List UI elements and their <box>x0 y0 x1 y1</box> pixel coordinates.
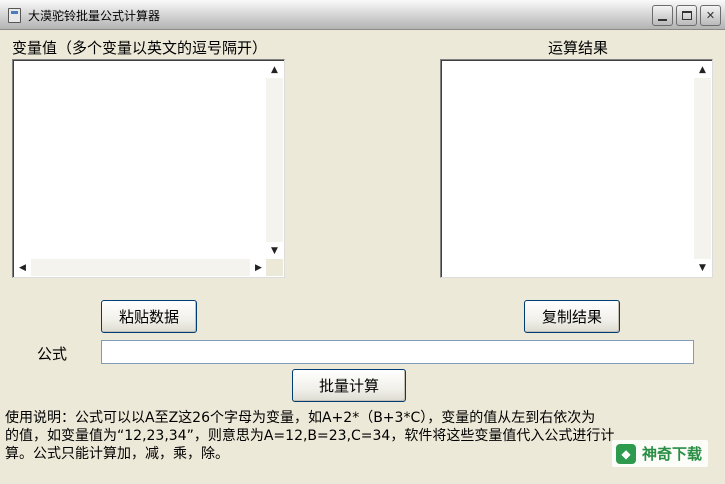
app-icon <box>8 8 21 23</box>
close-button[interactable]: ✕ <box>700 5 721 26</box>
result-vertical-scrollbar[interactable]: ▲ ▼ <box>694 61 711 276</box>
paste-data-button[interactable]: 粘贴数据 <box>101 300 197 333</box>
instructions-line-1: 使用说明：公式可以以A至Z这26个字母为变量，如A+2*（B+3*C），变量的值… <box>5 410 596 426</box>
scroll-up-arrow-icon[interactable]: ▲ <box>266 61 283 78</box>
instructions-text: 使用说明：公式可以以A至Z这26个字母为变量，如A+2*（B+3*C），变量的值… <box>5 409 717 463</box>
scroll-up-arrow-icon[interactable]: ▲ <box>694 61 711 78</box>
result-label: 运算结果 <box>548 39 609 57</box>
watermark-text: 神奇下载 <box>642 445 703 463</box>
minimize-icon <box>658 18 667 21</box>
copy-result-button[interactable]: 复制结果 <box>524 300 620 333</box>
formula-input[interactable] <box>101 340 694 364</box>
instructions-line-2: 的值，如变量值为“12,23,34”，则意思为A=12,B=23,C=34，软件… <box>5 428 615 444</box>
variables-horizontal-scrollbar[interactable]: ◀ ▶ <box>14 259 267 276</box>
watermark-logo-icon: ◆ <box>616 443 636 464</box>
maximize-icon <box>681 11 692 20</box>
watermark: ◆ 神奇下载 <box>612 440 709 467</box>
scroll-down-arrow-icon[interactable]: ▼ <box>694 259 711 276</box>
window-title: 大漠驼铃批量公式计算器 <box>28 9 161 23</box>
scroll-right-arrow-icon[interactable]: ▶ <box>250 259 267 276</box>
variables-label: 变量值（多个变量以英文的逗号隔开） <box>12 39 268 57</box>
variables-vertical-scrollbar[interactable]: ▲ ▼ <box>266 61 283 259</box>
minimize-button[interactable] <box>652 5 673 26</box>
title-bar: 大漠驼铃批量公式计算器 ✕ <box>0 0 725 30</box>
scrollbar-corner <box>266 259 283 276</box>
scroll-left-arrow-icon[interactable]: ◀ <box>14 259 31 276</box>
formula-label: 公式 <box>37 345 68 363</box>
variables-textarea[interactable]: ▲ ▼ ◀ ▶ <box>12 59 285 278</box>
result-textarea[interactable]: ▲ ▼ <box>440 59 713 278</box>
scroll-down-arrow-icon[interactable]: ▼ <box>266 242 283 259</box>
maximize-button[interactable] <box>676 5 697 26</box>
batch-calculate-button[interactable]: 批量计算 <box>292 369 406 402</box>
instructions-line-3: 算。公式只能计算加，减，乘，除。 <box>5 446 229 462</box>
close-icon: ✕ <box>705 9 716 22</box>
